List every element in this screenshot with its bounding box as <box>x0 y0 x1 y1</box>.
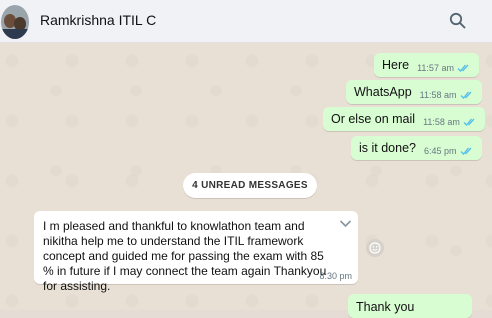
message-text: WhatsApp <box>354 85 412 99</box>
double-check-icon <box>457 64 469 72</box>
message-time: 6:45 pm <box>423 145 457 156</box>
message-outgoing[interactable]: WhatsApp 11:58 am <box>346 80 482 104</box>
double-check-icon <box>460 91 472 99</box>
message-time: 8:30 pm <box>319 271 352 281</box>
unread-messages-divider: 4 UNREAD MESSAGES <box>183 173 317 198</box>
double-check-icon <box>460 147 471 155</box>
message-text: Or else on mail <box>331 112 416 126</box>
double-check-icon <box>463 118 475 126</box>
chat-header: Ramkrishna ITIL C <box>0 0 492 43</box>
contact-name[interactable]: Ramkrishna ITIL C <box>40 12 156 28</box>
smiley-icon <box>369 242 381 254</box>
message-text: Thank you <box>356 300 415 314</box>
avatar[interactable] <box>1 5 29 39</box>
message-outgoing[interactable]: Here 11:57 am <box>374 53 479 77</box>
message-time: 11:58 am <box>419 89 457 100</box>
react-emoji-button[interactable] <box>366 239 384 257</box>
message-text: I m pleased and thankful to knowlathon t… <box>43 219 327 293</box>
message-time: 11:58 am <box>423 116 460 127</box>
message-incoming[interactable]: I m pleased and thankful to knowlathon t… <box>34 211 358 293</box>
message-outgoing[interactable]: is it done? 6:45 pm <box>351 136 482 160</box>
message-text: is it done? <box>359 141 416 155</box>
message-outgoing[interactable]: Thank you <box>348 294 472 318</box>
message-text: Here <box>382 58 410 72</box>
search-icon[interactable] <box>449 12 466 29</box>
message-time: 11:57 am <box>417 62 454 73</box>
message-outgoing[interactable]: Or else on mail 11:58 am <box>323 107 485 131</box>
chevron-down-icon[interactable] <box>339 219 352 228</box>
